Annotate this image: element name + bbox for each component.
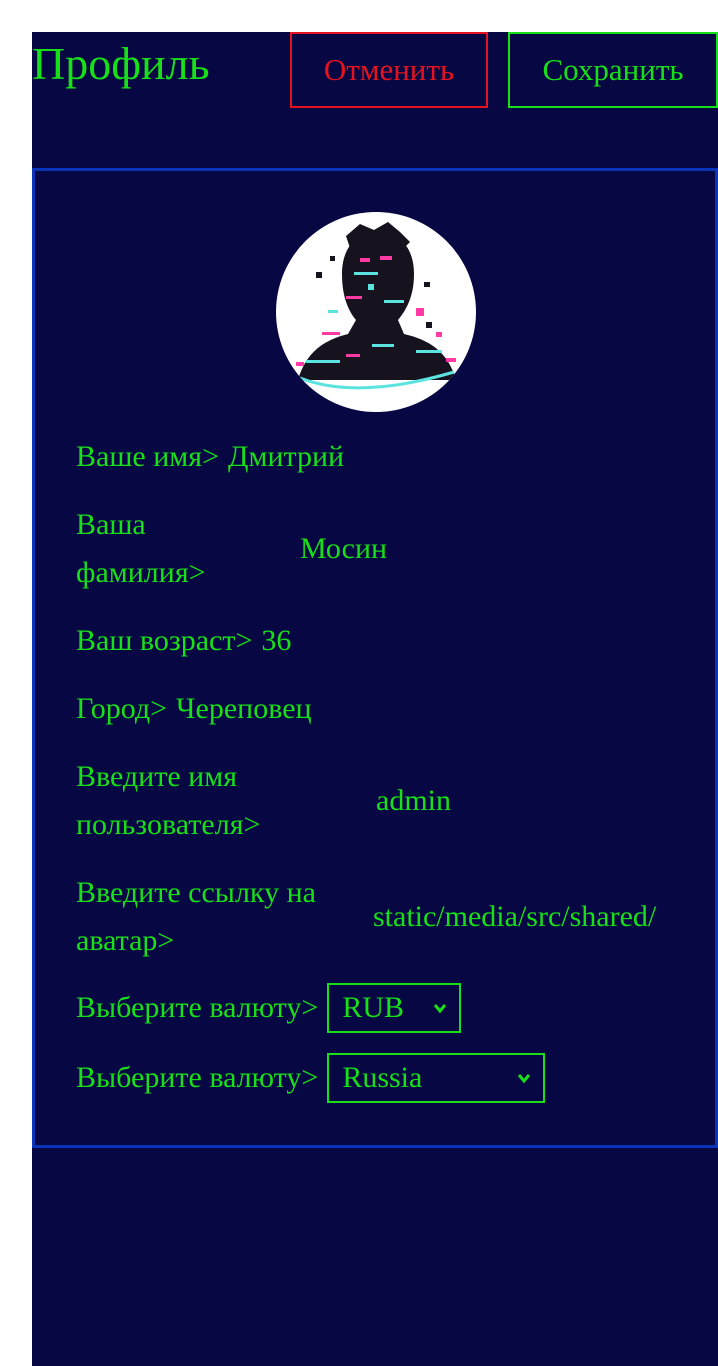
first-name-label: Ваше имя>	[76, 440, 219, 473]
field-first-name: Ваше имя> Дмитрий	[76, 433, 344, 481]
avatar-link-value[interactable]: static/media/src/shared/	[373, 893, 673, 941]
currency-selected: RUB	[342, 991, 404, 1024]
last-name-label: Ваша фамилия>	[76, 508, 206, 589]
field-age: Ваш возраст> 36	[76, 617, 291, 665]
profile-card: Ваше имя> Дмитрий Ваша фамилия> Мосин Ва…	[32, 168, 718, 1148]
country-selected: Russia	[342, 1061, 423, 1094]
age-value[interactable]: 36	[261, 617, 291, 665]
chevron-down-icon	[518, 1074, 531, 1084]
save-button[interactable]: Сохранить	[508, 32, 718, 108]
city-label: Город>	[76, 692, 168, 725]
field-country: Выберите валюту> Russia	[76, 1053, 546, 1103]
currency-select[interactable]: RUB	[327, 983, 462, 1033]
chevron-down-icon	[434, 1004, 447, 1014]
city-value[interactable]: Череповец	[176, 685, 312, 733]
last-name-value[interactable]: Мосин	[300, 525, 387, 573]
avatar-link-label: Введите ссылку на аватар>	[76, 876, 316, 957]
cancel-button[interactable]: Отменить	[290, 32, 488, 108]
field-city: Город> Череповец	[76, 685, 312, 733]
currency-label: Выберите валюту>	[76, 991, 319, 1024]
first-name-value[interactable]: Дмитрий	[228, 433, 344, 481]
country-select[interactable]: Russia	[327, 1053, 546, 1103]
field-avatar-link: Введите ссылку на аватар> static/media/s…	[76, 869, 673, 965]
page-title: Профиль	[32, 38, 210, 89]
profile-app: Профиль Отменить Сохранить Ваше имя> Дми…	[32, 32, 718, 1366]
username-label: Введите имя пользователя>	[76, 760, 261, 841]
username-value[interactable]: admin	[376, 777, 451, 825]
field-username: Введите имя пользователя> admin	[76, 753, 451, 849]
country-label: Выберите валюту>	[76, 1061, 319, 1094]
field-last-name: Ваша фамилия> Мосин	[76, 501, 387, 597]
glitch-person-icon	[296, 222, 456, 390]
age-label: Ваш возраст>	[76, 624, 253, 657]
avatar	[276, 212, 476, 412]
field-currency: Выберите валюту> RUB	[76, 983, 462, 1033]
